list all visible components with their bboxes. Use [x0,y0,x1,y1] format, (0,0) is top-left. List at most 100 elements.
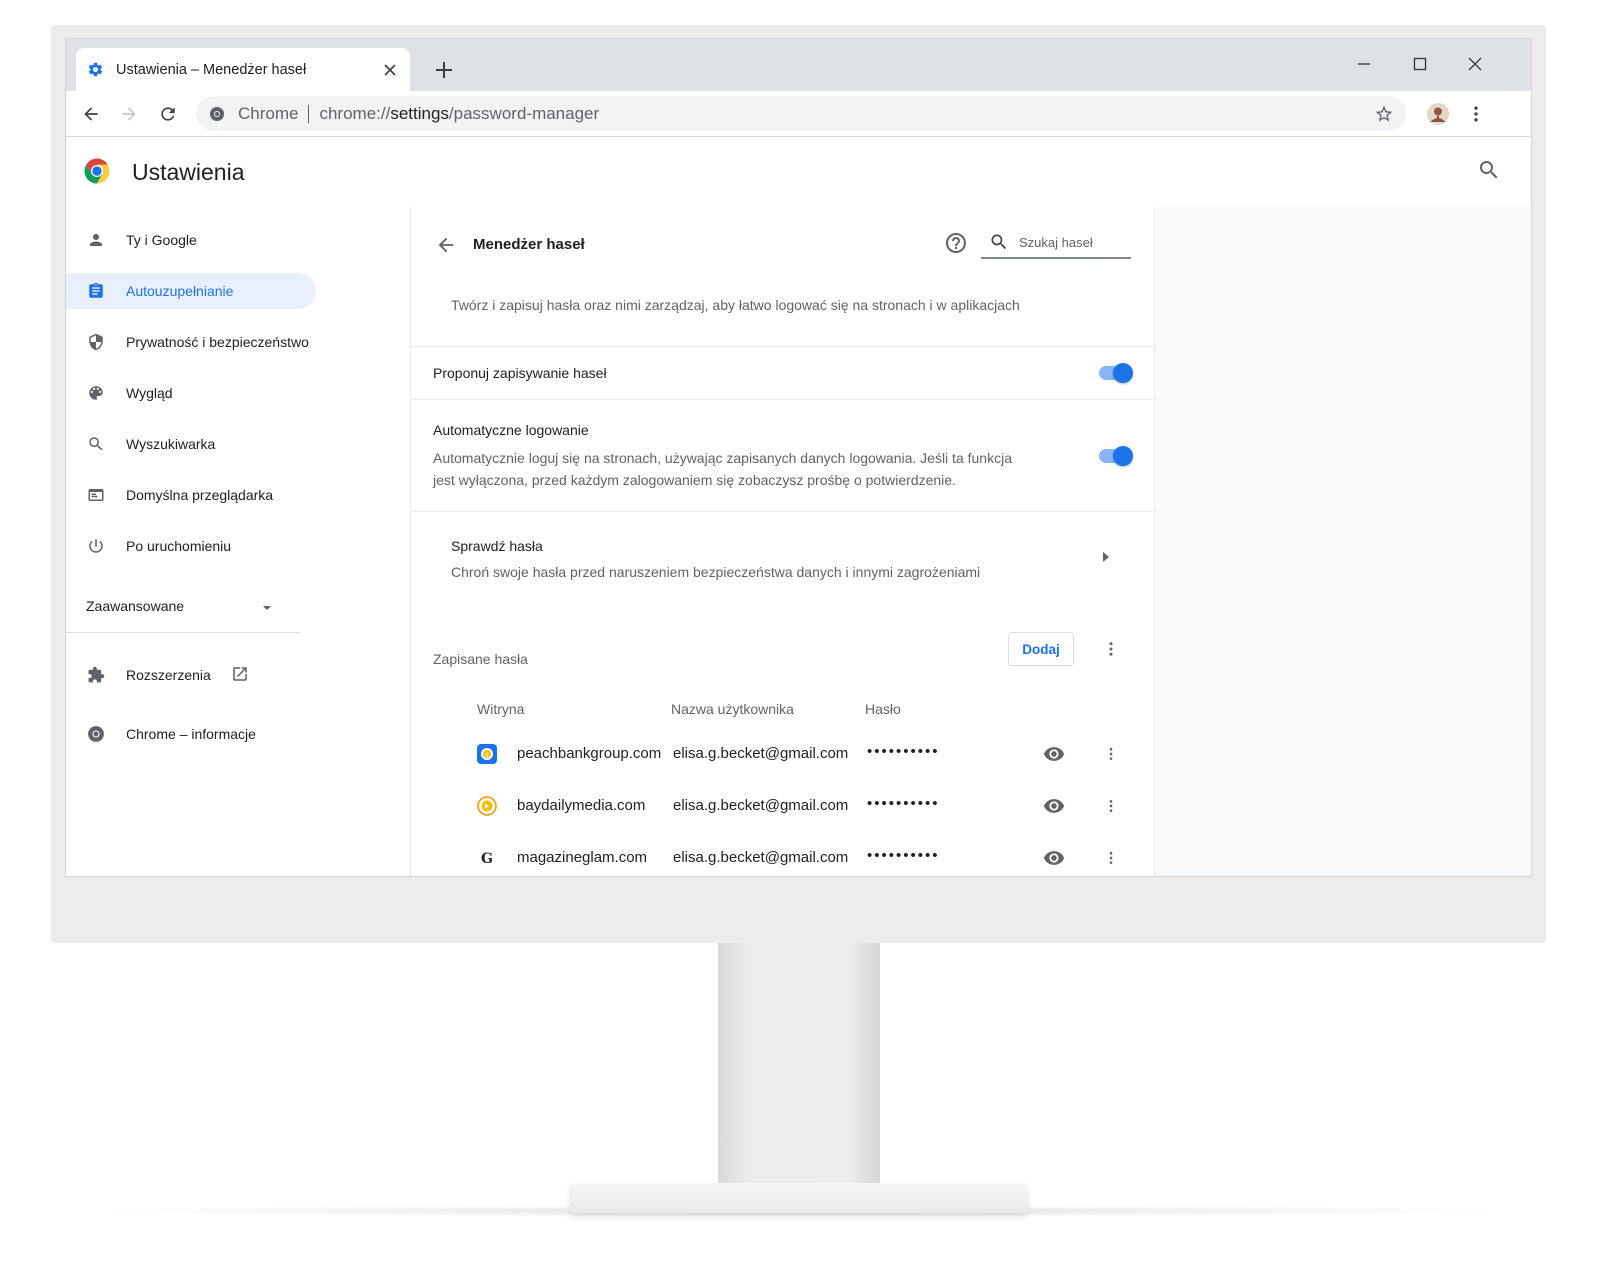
row-menu-button[interactable] [1101,848,1121,868]
sidebar-advanced-toggle[interactable]: Zaawansowane [86,598,306,618]
help-icon[interactable] [944,231,968,255]
sidebar-item-default-browser[interactable]: Domyślna przeglądarka [66,477,316,513]
site-username: elisa.g.becket@gmail.com [673,797,849,814]
saved-passwords-menu-button[interactable] [1101,639,1121,659]
gear-icon [86,61,104,79]
forward-button[interactable] [113,98,145,130]
window-close-button[interactable] [1460,51,1490,77]
new-tab-button[interactable] [430,56,458,84]
avatar-icon [1427,103,1449,125]
settings-header: Ustawienia [66,137,1531,207]
sidebar-item-label: Rozszerzenia [126,667,211,683]
add-password-button[interactable]: Dodaj [1008,632,1074,666]
sidebar-item-about-chrome[interactable]: Chrome – informacje [66,716,316,752]
back-button[interactable] [75,98,107,130]
clipboard-icon [86,281,106,301]
dropdown-arrow-icon [263,606,271,610]
more-vert-icon [1109,800,1113,812]
maximize-button[interactable] [1405,51,1435,77]
chrome-page-icon [208,105,226,123]
auto-signin-toggle[interactable] [1099,446,1133,466]
table-row[interactable]: $ peachbankgroup.com elisa.g.becket@gmai… [411,728,1154,780]
site-name: baydailymedia.com [517,797,646,814]
sidebar-divider [66,632,300,633]
url-prefix: chrome:// [319,103,391,123]
sidebar-item-appearance[interactable]: Wygląd [66,375,316,411]
site-favicon: G [477,848,497,868]
close-icon [1468,57,1482,71]
password-search [981,227,1131,259]
profile-avatar[interactable] [1422,98,1454,130]
sidebar-item-label: Po uruchomieniu [126,538,232,554]
check-passwords-row[interactable]: Sprawdź hasła Chroń swoje hasła przed na… [411,512,1154,592]
more-vert-icon [1109,748,1113,760]
puzzle-icon [86,665,106,685]
search-icon[interactable] [1477,158,1501,182]
saved-passwords-title: Zapisane hasła [433,651,528,667]
settings-title: Ustawienia [132,159,245,185]
chrome-icon [86,724,106,744]
monitor-stand-base [570,1183,1028,1213]
sidebar-item-label: Prywatność i bezpieczeństwo [126,334,309,350]
svg-text:$: $ [485,752,489,759]
check-passwords-description: Chroń swoje hasła przed naruszeniem bezp… [451,564,981,580]
arrow-forward-icon [122,107,136,121]
minimize-icon [1358,63,1370,65]
open-in-new-icon [231,665,249,683]
eye-icon[interactable] [1043,743,1065,765]
more-vert-icon [1109,852,1113,864]
reload-icon [161,107,175,121]
sidebar-item-label: Chrome – informacje [126,726,256,742]
auto-signin-description-line2: jest wyłączona, przed każdym zalogowanie… [433,472,956,488]
sidebar-item-label: Wyszukiwarka [126,436,216,452]
sidebar-item-privacy[interactable]: Prywatność i bezpieczeństwo [66,324,316,360]
star-icon[interactable] [1374,104,1394,124]
browser-menu-button[interactable] [1460,98,1492,130]
person-icon [86,230,106,250]
arrow-back-icon[interactable] [435,234,457,256]
toggle-knob [1113,363,1133,383]
eye-icon[interactable] [1043,795,1065,817]
divider [411,346,1154,347]
address-bar[interactable]: Chrome chrome://settings/password-manage… [196,96,1406,131]
arrow-back-icon [84,107,98,121]
row-menu-button[interactable] [1101,796,1121,816]
page-title: Menedżer haseł [473,236,585,253]
table-row[interactable]: baydailymedia.com elisa.g.becket@gmail.c… [411,780,1154,832]
table-row[interactable]: G magazineglam.com elisa.g.becket@gmail.… [411,832,1154,876]
minimize-button[interactable] [1349,51,1379,77]
sidebar-item-search-engine[interactable]: Wyszukiwarka [66,426,316,462]
omnibox-scheme-label: Chrome [238,103,299,123]
search-input[interactable] [1019,234,1119,250]
chrome-logo-icon [84,158,110,184]
browser-toolbar: Chrome chrome://settings/password-manage… [66,91,1531,137]
toggle-knob [1113,446,1133,466]
sidebar-item-label: Domyślna przeglądarka [126,487,274,503]
sidebar-item-you-and-google[interactable]: Ty i Google [66,222,316,258]
maximize-icon [1413,57,1427,71]
browser-window: Ustawienia – Menedżer haseł Chrome chrom… [66,39,1531,876]
search-icon [991,234,1007,250]
close-icon[interactable] [380,60,400,80]
sidebar-item-label: Ty i Google [126,232,197,248]
url-host: settings [390,103,449,123]
tab-settings[interactable]: Ustawienia – Menedżer haseł [76,48,410,91]
reload-button[interactable] [152,98,184,130]
chevron-right-icon [1103,552,1109,562]
palette-icon [86,383,106,403]
row-menu-button[interactable] [1101,744,1121,764]
sidebar-item-on-startup[interactable]: Po uruchomieniu [66,528,316,564]
plus-icon [436,62,452,78]
site-name: peachbankgroup.com [517,745,662,762]
shield-icon [86,332,106,352]
divider [411,399,1154,400]
omnibox-url: chrome://settings/password-manager [319,104,599,124]
sidebar-item-extensions[interactable]: Rozszerzenia [66,657,316,693]
sidebar-item-autofill[interactable]: Autouzupełnianie [66,273,316,309]
offer-save-toggle[interactable] [1099,363,1133,383]
eye-icon[interactable] [1043,847,1065,869]
sidebar-item-label: Autouzupełnianie [126,283,234,299]
search-icon [86,434,106,454]
site-username: elisa.g.becket@gmail.com [673,849,849,866]
site-username: elisa.g.becket@gmail.com [673,745,849,762]
